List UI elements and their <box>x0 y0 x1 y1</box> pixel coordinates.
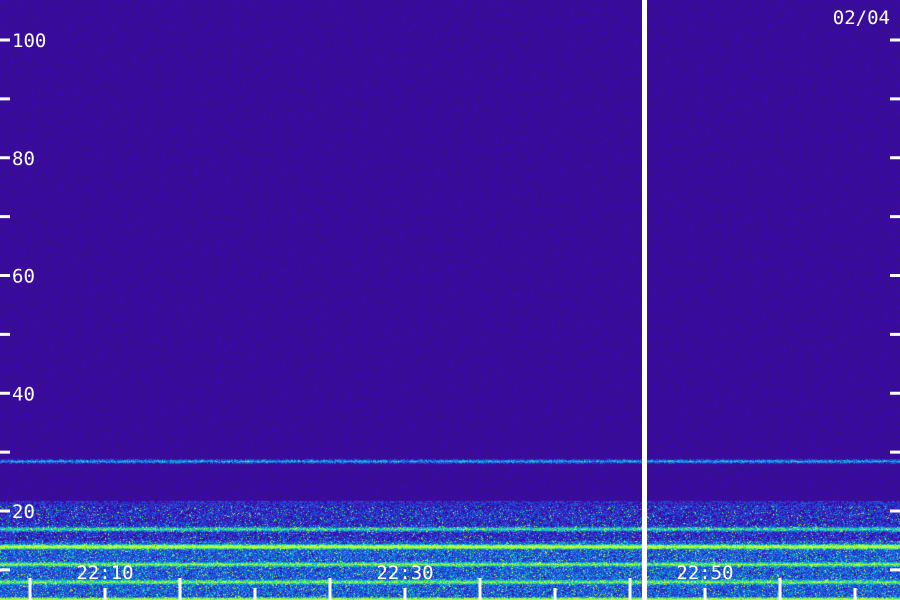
y-axis-right <box>890 38 900 572</box>
y-tick-mark-left <box>0 274 10 277</box>
y-tick-mark-right <box>890 274 900 277</box>
y-tick-label: 80 <box>12 148 35 170</box>
x-tick-label: 22:30 <box>376 562 433 584</box>
y-tick-mark-right <box>890 215 900 219</box>
x-tick-mark <box>403 588 407 600</box>
y-tick-mark-right <box>890 156 900 160</box>
y-tick-mark-right <box>890 332 900 336</box>
x-tick-label: 22:10 <box>76 562 133 584</box>
data-gap-line-group <box>642 0 647 600</box>
x-axis: 22:10 22:30 22:50 <box>28 562 857 600</box>
y-tick-mark-right <box>890 568 900 572</box>
x-tick-mark <box>103 588 107 600</box>
x-tick-mark <box>703 588 707 600</box>
y-tick-label: 40 <box>12 383 35 405</box>
y-tick-mark-left <box>0 215 10 219</box>
y-tick-mark-right <box>890 509 900 513</box>
x-tick-mark <box>28 578 32 600</box>
y-tick-mark-right <box>890 450 900 454</box>
x-tick-mark <box>253 588 257 600</box>
y-tick-label: 100 <box>12 30 46 52</box>
y-tick-mark-left <box>0 38 10 42</box>
y-tick-mark-left <box>0 156 10 160</box>
y-tick-mark-right <box>890 38 900 42</box>
x-tick-mark <box>628 578 632 600</box>
y-tick-label: 60 <box>12 266 35 288</box>
y-tick-mark-left <box>0 332 10 336</box>
y-tick-label: 20 <box>12 501 35 523</box>
y-tick-mark-right <box>890 391 900 395</box>
x-tick-mark <box>853 588 857 600</box>
y-tick-mark-left <box>0 97 10 101</box>
y-axis-left: 20 40 60 80 100 <box>0 30 46 572</box>
chart-overlay: 20 40 60 80 100 22:10 22:30 22:50 02/04 <box>0 0 900 600</box>
x-tick-mark <box>778 578 782 600</box>
x-tick-mark <box>478 578 482 600</box>
y-tick-mark-left <box>0 568 10 572</box>
y-tick-mark-right <box>890 97 900 101</box>
data-gap-line <box>642 0 647 600</box>
x-tick-label: 22:50 <box>676 562 733 584</box>
x-tick-mark <box>328 578 332 600</box>
y-tick-mark-left <box>0 450 10 454</box>
x-tick-mark <box>178 578 182 600</box>
y-tick-mark-left <box>0 391 10 395</box>
y-tick-mark-left <box>0 509 10 513</box>
date-label: 02/04 <box>833 7 890 29</box>
x-tick-mark <box>553 588 557 600</box>
